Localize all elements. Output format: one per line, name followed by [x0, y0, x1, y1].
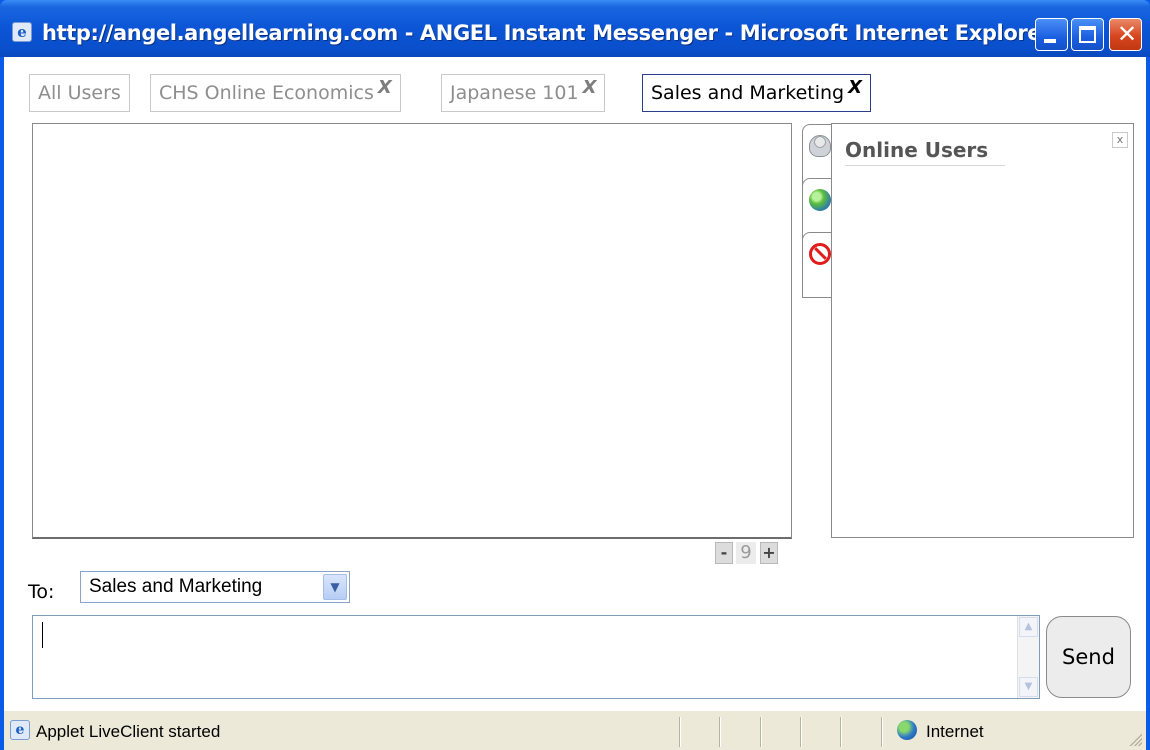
status-divider: [760, 717, 762, 747]
panel-title: Online Users: [845, 134, 1005, 166]
person-icon: [809, 135, 831, 157]
messenger-client: All Users CHS Online Economics X Japanese…: [4, 57, 1146, 747]
ie-page-icon: e: [12, 22, 32, 42]
status-bar: e Applet LiveClient started Internet: [4, 710, 1146, 750]
chat-transcript[interactable]: [32, 123, 792, 539]
panel-close-button[interactable]: x: [1112, 132, 1128, 148]
globe-icon: [809, 189, 831, 211]
minimize-button[interactable]: [1035, 18, 1068, 51]
scroll-up-icon[interactable]: ▲: [1019, 617, 1038, 637]
to-label: To:: [28, 581, 55, 603]
resize-grip[interactable]: [1128, 732, 1142, 746]
tab-sales-and-marketing[interactable]: Sales and Marketing X: [642, 74, 871, 112]
tab-japanese-101[interactable]: Japanese 101 X: [441, 74, 606, 112]
internet-zone-icon: [897, 720, 917, 740]
status-divider: [679, 717, 681, 747]
font-size-value: 9: [736, 542, 756, 564]
message-input[interactable]: ▲ ▼: [32, 615, 1040, 699]
text-caret: [42, 622, 43, 648]
tab-close-button[interactable]: X: [848, 77, 862, 98]
minimize-icon: [1044, 39, 1056, 43]
recipient-selected-value: Sales and Marketing: [89, 576, 263, 597]
maximize-icon: [1079, 26, 1096, 43]
browser-window: e http://angel.angellearning.com - ANGEL…: [0, 0, 1150, 750]
status-divider: [800, 717, 802, 747]
scroll-down-icon[interactable]: ▼: [1019, 677, 1038, 697]
maximize-button[interactable]: [1071, 18, 1104, 51]
send-button[interactable]: Send: [1046, 616, 1131, 698]
status-divider: [840, 717, 842, 747]
close-icon: ✕: [1117, 20, 1138, 48]
close-window-button[interactable]: ✕: [1109, 18, 1142, 51]
status-divider: [881, 717, 883, 747]
increase-font-button[interactable]: +: [760, 542, 778, 564]
decrease-font-button[interactable]: -: [715, 542, 733, 564]
tab-all-users[interactable]: All Users: [29, 74, 130, 112]
tab-close-button[interactable]: X: [378, 77, 392, 98]
tab-chs-online-economics[interactable]: CHS Online Economics X: [150, 74, 401, 112]
security-zone-text: Internet: [926, 722, 984, 741]
tab-label: CHS Online Economics: [159, 82, 374, 104]
tab-label: Sales and Marketing: [651, 82, 845, 104]
chevron-down-icon[interactable]: ▼: [323, 574, 347, 600]
online-users-panel: Online Users x: [831, 123, 1134, 538]
blocked-icon: [809, 243, 831, 265]
window-title: http://angel.angellearning.com - ANGEL I…: [42, 21, 1052, 45]
recipient-select[interactable]: Sales and Marketing ▼: [80, 571, 350, 603]
tab-label: Japanese 101: [450, 82, 579, 104]
ie-page-icon: e: [10, 720, 30, 740]
tab-label: All Users: [38, 82, 121, 104]
status-divider: [719, 717, 721, 747]
tab-close-button[interactable]: X: [583, 77, 597, 98]
status-text: Applet LiveClient started: [36, 722, 221, 741]
title-bar[interactable]: e http://angel.angellearning.com - ANGEL…: [0, 0, 1150, 57]
message-scrollbar[interactable]: ▲ ▼: [1017, 616, 1039, 698]
